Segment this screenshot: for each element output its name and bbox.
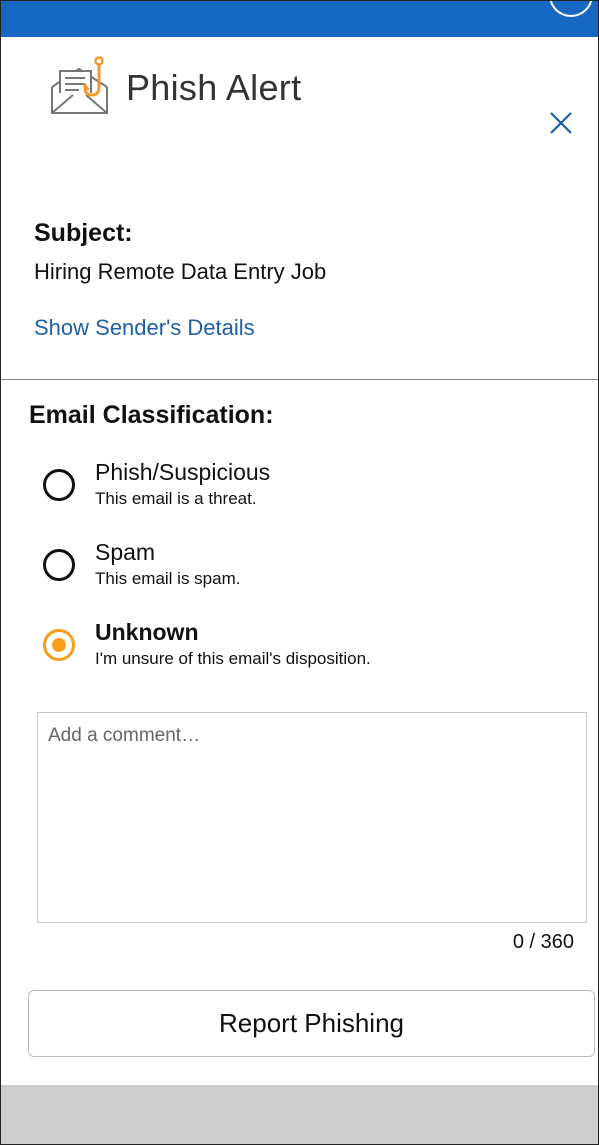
classification-label: Email Classification:	[29, 401, 274, 429]
top-bar	[1, 1, 598, 37]
account-circle-icon[interactable]	[549, 1, 593, 17]
radio-spam[interactable]	[43, 549, 75, 581]
option-phish[interactable]: Phish/Suspicious This email is a threat.	[41, 459, 561, 519]
comment-field[interactable]	[37, 712, 587, 923]
divider	[1, 379, 598, 380]
option-description: This email is spam.	[95, 569, 241, 588]
scrolled-content-edge	[1, 177, 598, 191]
character-counter: 0 / 360	[512, 931, 574, 953]
phish-alert-pane: Phish Alert Subject: Hiring Remote Data …	[0, 0, 599, 1145]
option-unknown[interactable]: Unknown I'm unsure of this email's dispo…	[41, 619, 561, 679]
option-title: Spam	[95, 539, 156, 565]
option-title: Unknown	[95, 619, 199, 645]
option-spam[interactable]: Spam This email is spam.	[41, 539, 561, 599]
app-title: Phish Alert	[126, 67, 302, 108]
report-phishing-button[interactable]: Report Phishing	[28, 990, 595, 1057]
show-sender-details-link[interactable]: Show Sender's Details	[34, 315, 255, 341]
option-title: Phish/Suspicious	[95, 459, 271, 485]
subject-value: Hiring Remote Data Entry Job	[34, 259, 327, 284]
close-icon[interactable]	[547, 109, 575, 137]
radio-phish[interactable]	[43, 469, 75, 501]
footer-bar	[1, 1085, 598, 1144]
subject-label: Subject:	[34, 219, 133, 247]
option-description: This email is a threat.	[95, 489, 257, 508]
radio-unknown[interactable]	[43, 629, 75, 661]
option-description: I'm unsure of this email's disposition.	[95, 649, 371, 668]
envelope-hook-icon	[51, 56, 108, 114]
